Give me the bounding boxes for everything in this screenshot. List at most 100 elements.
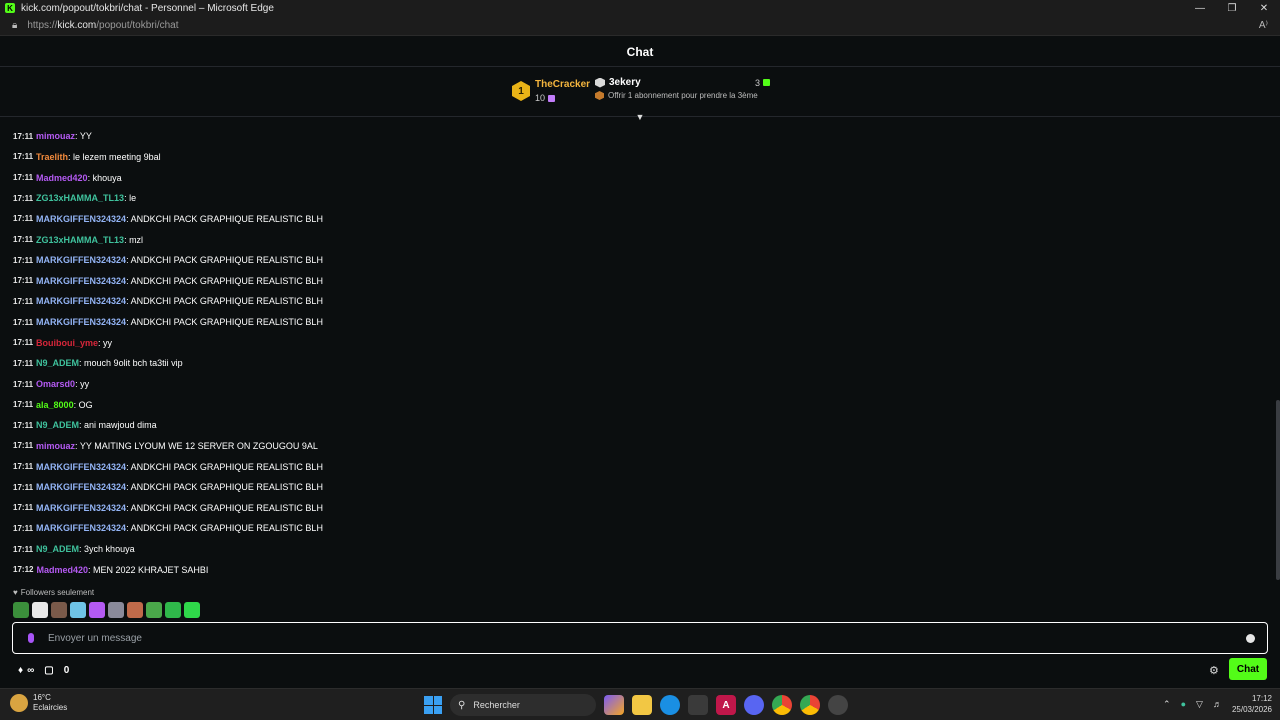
message-username[interactable]: Bouiboui_yme	[36, 338, 98, 348]
message-username[interactable]: MARKGIFFEN324324	[36, 317, 126, 327]
message-username[interactable]: Omarsd0	[36, 379, 75, 389]
clock-time: 17:12	[1251, 694, 1272, 703]
emote-icon[interactable]	[165, 602, 181, 618]
chat-message: 17:11 MARKGIFFEN324324: ANDKCHI PACK GRAP…	[13, 498, 1263, 519]
infinity-icon: ∞	[27, 664, 35, 676]
chat-scrollbar[interactable]	[1276, 400, 1280, 580]
close-icon[interactable]: ✕	[1248, 0, 1280, 16]
microphone-icon[interactable]	[28, 633, 34, 643]
discord-icon[interactable]	[744, 695, 764, 715]
windows-start-icon[interactable]	[424, 696, 442, 714]
emote-icon[interactable]	[32, 602, 48, 618]
points-icon[interactable]: ♦	[18, 665, 23, 676]
leaderboard-second[interactable]: 3ekery 3 Offrir 1 abonnement pour prendr…	[595, 77, 770, 100]
app-a-icon[interactable]: A	[716, 695, 736, 715]
message-input-placeholder[interactable]: Envoyer un message	[48, 633, 1246, 644]
message-username[interactable]: MARKGIFFEN324324	[36, 462, 126, 472]
message-text: : ANDKCHI PACK GRAPHIQUE REALISTIC BLH	[126, 275, 323, 286]
rank-badge-icon: 1	[512, 81, 530, 101]
taskbar-search-label: Rechercher	[473, 700, 520, 710]
emote-icon[interactable]	[127, 602, 143, 618]
message-username[interactable]: MARKGIFFEN324324	[36, 296, 126, 306]
emote-icon[interactable]	[146, 602, 162, 618]
message-timestamp: 17:11	[13, 503, 34, 513]
read-aloud-icon[interactable]: A⁾	[1259, 20, 1268, 31]
chat-header: Chat	[0, 37, 1280, 67]
settings-app-icon[interactable]	[828, 695, 848, 715]
emote-icon[interactable]	[51, 602, 67, 618]
message-username[interactable]: Traelith	[36, 152, 68, 162]
message-timestamp: 17:11	[13, 462, 34, 472]
message-timestamp: 17:11	[13, 358, 34, 368]
message-timestamp: 17:11	[13, 276, 34, 286]
gear-icon[interactable]: ⚙	[1209, 664, 1219, 677]
file-explorer-icon[interactable]	[632, 695, 652, 715]
message-username[interactable]: Madmed420	[36, 565, 88, 575]
message-timestamp: 17:11	[13, 523, 34, 533]
chrome-icon[interactable]	[772, 695, 792, 715]
weather-widget[interactable]: 16°C Eclaircies	[10, 693, 67, 713]
edge-icon[interactable]	[660, 695, 680, 715]
store-icon[interactable]: ▢	[44, 665, 53, 676]
weather-icon	[10, 694, 28, 712]
chat-message: 17:11 MARKGIFFEN324324: ANDKCHI PACK GRAP…	[13, 209, 1263, 230]
message-username[interactable]: MARKGIFFEN324324	[36, 255, 126, 265]
lock-icon[interactable]: 🔒︎	[12, 20, 17, 31]
top-gifter-count: 10	[535, 93, 590, 103]
message-text: : mouch 9olit bch ta3tii vip	[79, 358, 183, 369]
chat-bottom-bar: ♦ ∞ ▢ 0 ⚙ Chat	[0, 658, 1280, 682]
chat-message: 17:11 N9_ADEM: mouch 9olit bch ta3tii vip	[13, 353, 1263, 374]
message-username[interactable]: mimouaz	[36, 441, 75, 451]
copilot-icon[interactable]	[604, 695, 624, 715]
message-username[interactable]: MARKGIFFEN324324	[36, 482, 126, 492]
chat-message: 17:11 ZG13xHAMMA_TL13: le	[13, 188, 1263, 209]
message-username[interactable]: MARKGIFFEN324324	[36, 523, 126, 533]
emote-icon[interactable]	[184, 602, 200, 618]
message-username[interactable]: ala_8000	[36, 400, 74, 410]
volume-icon[interactable]: ♬	[1213, 699, 1222, 709]
browser-title-bar: K kick.com/popout/tokbri/chat - Personne…	[0, 0, 1280, 16]
message-username[interactable]: ZG13xHAMMA_TL13	[36, 235, 124, 245]
message-username[interactable]: mimouaz	[36, 131, 75, 141]
windows-taskbar: 16°C Eclaircies ⚲ Rechercher A ⌃ ● ▽ ♬ 1…	[0, 688, 1280, 720]
message-timestamp: 17:11	[13, 482, 34, 492]
chat-message: 17:11 MARKGIFFEN324324: ANDKCHI PACK GRAP…	[13, 291, 1263, 312]
network-icon[interactable]: ▽	[1196, 699, 1203, 710]
message-username[interactable]: MARKGIFFEN324324	[36, 503, 126, 513]
restore-icon[interactable]: ❐	[1216, 0, 1248, 16]
clock[interactable]: 17:12 25/03/2026	[1232, 693, 1272, 715]
scroll-down-icon[interactable]: ▼	[634, 112, 646, 122]
chevron-up-icon[interactable]: ⌃	[1163, 699, 1171, 710]
window-controls: — ❐ ✕	[1184, 0, 1280, 16]
chat-message: 17:11 MARKGIFFEN324324: ANDKCHI PACK GRAP…	[13, 518, 1263, 539]
message-timestamp: 17:11	[13, 173, 34, 183]
message-timestamp: 17:11	[13, 379, 34, 389]
message-text: : khouya	[87, 172, 122, 183]
address-bar[interactable]: 🔒︎ https://kick.com/popout/tokbri/chat A…	[0, 16, 1280, 36]
leaderboard-top-gifter[interactable]: 1 TheCracker 10	[512, 79, 590, 103]
message-username[interactable]: Madmed420	[36, 173, 88, 183]
emoji-icon[interactable]	[1246, 633, 1255, 643]
store-app-icon[interactable]	[688, 695, 708, 715]
chrome-profile-icon[interactable]	[800, 695, 820, 715]
chat-message: 17:11 MARKGIFFEN324324: ANDKCHI PACK GRAP…	[13, 456, 1263, 477]
message-username[interactable]: ZG13xHAMMA_TL13	[36, 193, 124, 203]
minimize-icon[interactable]: —	[1184, 0, 1216, 16]
sub-gift-icon	[763, 79, 770, 86]
message-username[interactable]: MARKGIFFEN324324	[36, 276, 126, 286]
emote-icon[interactable]	[70, 602, 86, 618]
chat-message: 17:11 N9_ADEM: ani mawjoud dima	[13, 415, 1263, 436]
message-username[interactable]: N9_ADEM	[36, 420, 79, 430]
chat-send-button[interactable]: Chat	[1229, 658, 1267, 680]
microphone-tray-icon[interactable]: ●	[1181, 699, 1186, 709]
message-input[interactable]: Envoyer un message	[12, 622, 1268, 654]
emote-icon[interactable]	[13, 602, 29, 618]
taskbar-search[interactable]: ⚲ Rechercher	[450, 694, 596, 716]
weather-temperature: 16°C	[33, 693, 51, 702]
emote-icon[interactable]	[108, 602, 124, 618]
emote-icon[interactable]	[89, 602, 105, 618]
weather-condition: Eclaircies	[33, 703, 68, 712]
message-username[interactable]: N9_ADEM	[36, 544, 79, 554]
message-username[interactable]: N9_ADEM	[36, 358, 79, 368]
message-username[interactable]: MARKGIFFEN324324	[36, 214, 126, 224]
